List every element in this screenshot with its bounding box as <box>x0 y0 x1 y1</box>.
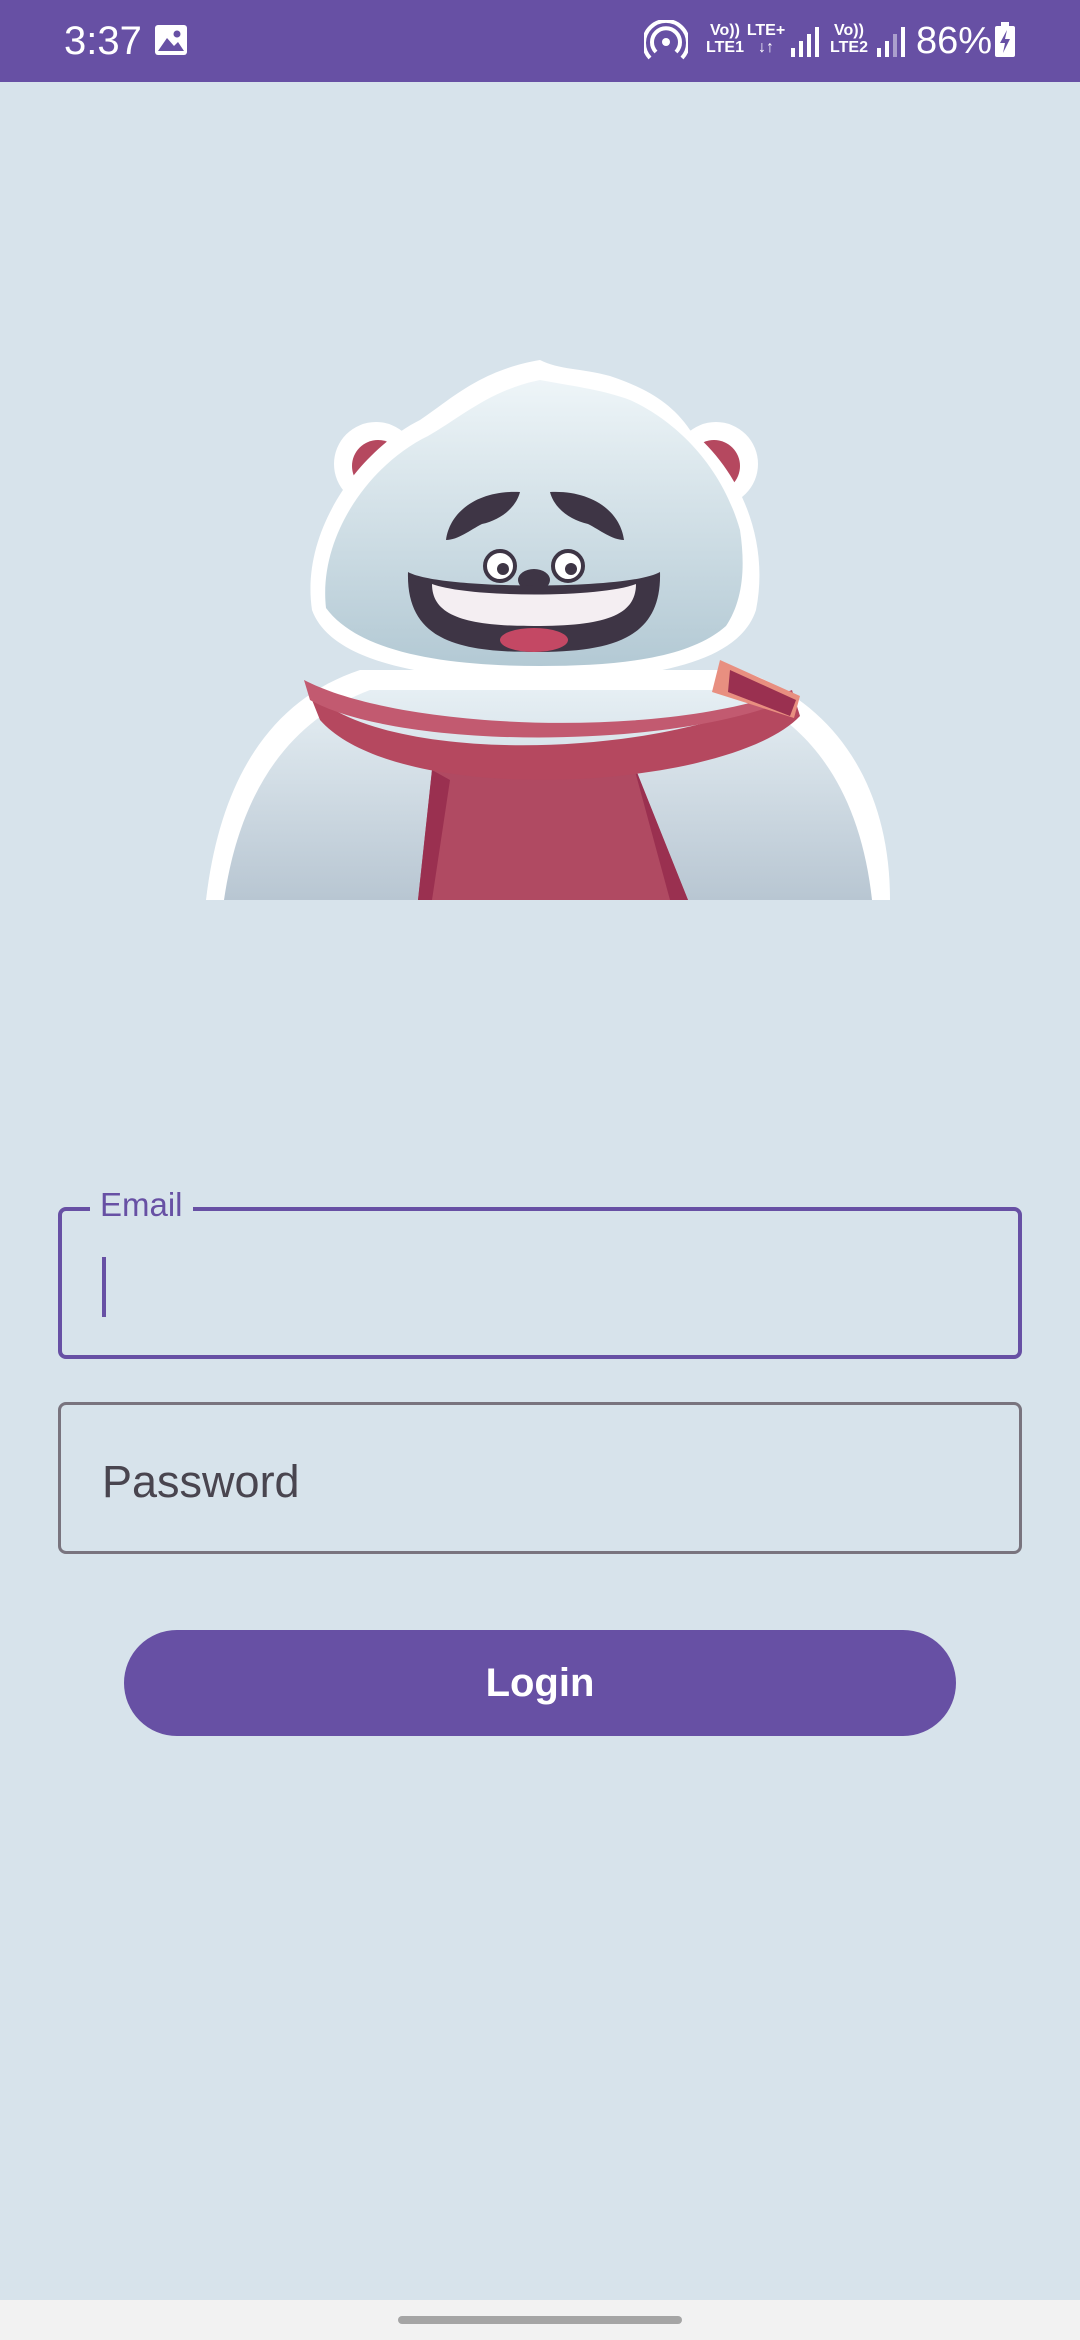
sim1-volte: Vo)) <box>710 22 740 39</box>
status-bar: 3:37 Vo)) LTE1 LTE+ ↓↑ Vo)) LTE2 86% <box>0 0 1080 82</box>
sim2-volte: Vo)) <box>834 22 864 39</box>
gallery-icon <box>155 25 187 55</box>
battery-charging-icon <box>995 22 1015 57</box>
data-arrows: ↓↑ <box>758 39 774 56</box>
hotspot-icon <box>644 20 688 60</box>
password-field[interactable]: Password <box>58 1402 1022 1554</box>
battery-percentage: 86% <box>916 20 993 62</box>
polar-bear-mascot <box>206 360 890 900</box>
data-lte-plus: LTE+ <box>746 22 786 39</box>
password-placeholder: Password <box>102 1456 300 1507</box>
signal-icon-sim1 <box>791 27 819 57</box>
data-label: LTE+ ↓↑ <box>746 22 786 56</box>
email-field[interactable]: Email <box>58 1183 1022 1359</box>
status-time: 3:37 <box>64 19 142 63</box>
navigation-bar <box>0 2300 1080 2340</box>
sim1-label: Vo)) LTE1 <box>702 22 748 56</box>
login-button[interactable]: Login <box>124 1630 956 1736</box>
signal-icon-sim2 <box>877 27 905 57</box>
sim2-lte: LTE2 <box>830 39 868 56</box>
sim1-lte: LTE1 <box>706 39 744 56</box>
sim2-label: Vo)) LTE2 <box>826 22 872 56</box>
home-indicator[interactable] <box>398 2316 682 2324</box>
email-label: Email <box>90 1183 193 1227</box>
text-cursor <box>102 1257 106 1317</box>
